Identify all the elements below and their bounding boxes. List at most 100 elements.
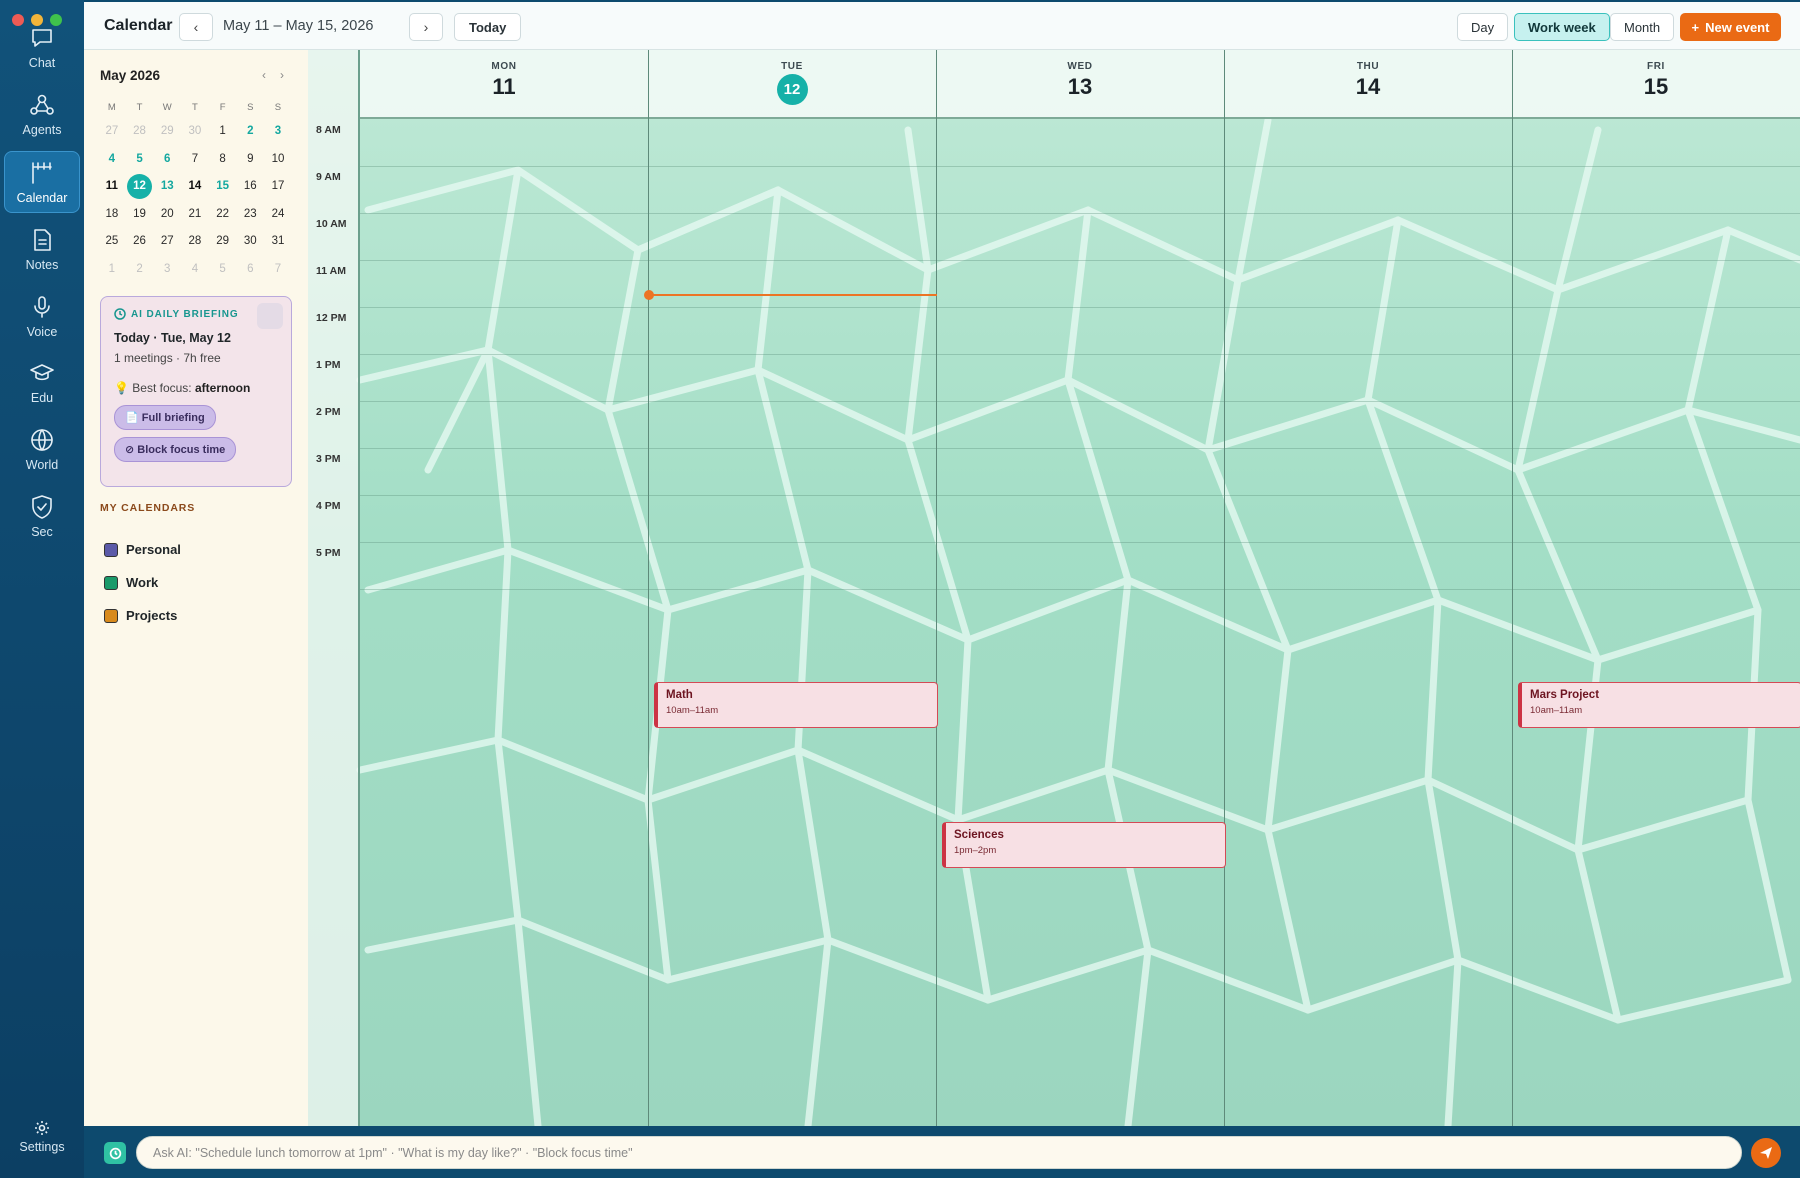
mini-day[interactable]: 2 bbox=[236, 118, 264, 146]
mini-day[interactable]: 30 bbox=[236, 228, 264, 256]
mini-day[interactable]: 26 bbox=[126, 228, 154, 256]
send-icon bbox=[1760, 1147, 1772, 1159]
hour-label: 1 PM bbox=[316, 359, 341, 371]
calendar-event[interactable]: Mars Project 10am–11am bbox=[1518, 682, 1800, 728]
mini-day[interactable]: 17 bbox=[264, 173, 292, 201]
mini-next-month-button[interactable]: › bbox=[280, 68, 284, 82]
mini-day[interactable]: 9 bbox=[236, 146, 264, 174]
graduation-cap-icon bbox=[30, 364, 54, 381]
mini-day[interactable]: 8 bbox=[209, 146, 237, 174]
rail-item-edu[interactable]: Edu bbox=[4, 351, 80, 413]
mini-day[interactable]: 30 bbox=[181, 118, 209, 146]
rail-item-voice[interactable]: Voice bbox=[4, 285, 80, 347]
mini-day[interactable]: 27 bbox=[153, 228, 181, 256]
mini-day[interactable]: 10 bbox=[264, 146, 292, 174]
mini-day[interactable]: 5 bbox=[209, 256, 237, 284]
hour-label: 10 AM bbox=[316, 218, 347, 230]
rail-item-world[interactable]: World bbox=[4, 418, 80, 480]
calendar-color-swatch bbox=[104, 608, 118, 623]
mini-day[interactable]: 7 bbox=[181, 146, 209, 174]
mini-day[interactable]: 22 bbox=[209, 201, 237, 229]
mini-day[interactable]: 20 bbox=[153, 201, 181, 229]
current-time-line bbox=[649, 294, 937, 296]
mini-day[interactable]: 29 bbox=[153, 118, 181, 146]
mini-day[interactable]: 5 bbox=[126, 146, 154, 174]
day-of-week: WED bbox=[1067, 61, 1093, 72]
calendar-icon bbox=[32, 162, 52, 184]
mini-day-today[interactable]: 12 bbox=[126, 173, 154, 201]
mini-day[interactable]: 18 bbox=[98, 201, 126, 229]
calendar-event[interactable]: Math 10am–11am bbox=[654, 682, 938, 728]
mini-day[interactable]: 7 bbox=[264, 256, 292, 284]
calendar-item-work[interactable]: Work bbox=[104, 575, 158, 590]
rail-item-agents[interactable]: Agents bbox=[4, 83, 80, 145]
mini-day[interactable]: 28 bbox=[126, 118, 154, 146]
mini-day[interactable]: 24 bbox=[264, 201, 292, 229]
rail-item-settings[interactable]: Settings bbox=[4, 1120, 80, 1154]
mini-dow-label: F bbox=[219, 102, 226, 113]
mini-day[interactable]: 6 bbox=[236, 256, 264, 284]
mini-day-number: 8 bbox=[219, 152, 226, 165]
rail-item-sec[interactable]: Sec bbox=[4, 485, 80, 547]
send-button[interactable] bbox=[1751, 1138, 1781, 1168]
day-header-fri[interactable]: FRI 15 bbox=[1512, 50, 1800, 119]
mini-day[interactable]: 3 bbox=[264, 118, 292, 146]
ai-daily-briefing-card: AI DAILY BRIEFING Today · Tue, May 12 1 … bbox=[100, 296, 292, 487]
mini-day[interactable]: 4 bbox=[98, 146, 126, 174]
block-focus-time-button[interactable]: ⊘ Block focus time bbox=[114, 437, 237, 462]
mini-day[interactable]: 6 bbox=[153, 146, 181, 174]
ask-ai-input[interactable] bbox=[136, 1136, 1742, 1169]
hour-gridline bbox=[360, 260, 1800, 261]
full-briefing-button[interactable]: 📄 Full briefing bbox=[114, 405, 216, 430]
day-header-mon[interactable]: MON 11 bbox=[360, 50, 648, 119]
mini-day[interactable]: 3 bbox=[153, 256, 181, 284]
mini-day-number: 30 bbox=[188, 125, 202, 137]
mini-day[interactable]: 2 bbox=[126, 256, 154, 284]
mini-day[interactable]: 1 bbox=[209, 118, 237, 146]
day-header-wed[interactable]: WED 13 bbox=[936, 50, 1224, 119]
calendar-item-label: Personal bbox=[126, 542, 181, 557]
rail-item-notes[interactable]: Notes bbox=[4, 218, 80, 280]
mini-day[interactable]: 11 bbox=[98, 173, 126, 201]
calendar-event[interactable]: Sciences 1pm–2pm bbox=[942, 822, 1226, 868]
mini-day[interactable]: 25 bbox=[98, 228, 126, 256]
hour-label: 8 AM bbox=[316, 124, 341, 136]
briefing-header: AI DAILY BRIEFING bbox=[114, 308, 278, 320]
new-event-button[interactable]: + New event bbox=[1680, 13, 1781, 41]
mini-day[interactable]: 28 bbox=[181, 228, 209, 256]
view-work-week-button[interactable]: Work week bbox=[1514, 13, 1610, 41]
mini-day[interactable]: 19 bbox=[126, 201, 154, 229]
mini-day[interactable]: 23 bbox=[236, 201, 264, 229]
day-number-text: 11 bbox=[492, 74, 516, 99]
mini-day[interactable]: 27 bbox=[98, 118, 126, 146]
mini-day[interactable]: 1 bbox=[98, 256, 126, 284]
calendar-item-personal[interactable]: Personal bbox=[104, 542, 181, 557]
mini-day[interactable]: 16 bbox=[236, 173, 264, 201]
hour-gridline bbox=[360, 166, 1800, 167]
mini-day[interactable]: 4 bbox=[181, 256, 209, 284]
view-day-button[interactable]: Day bbox=[1457, 13, 1509, 41]
mini-day[interactable]: 29 bbox=[209, 228, 237, 256]
rail-item-calendar[interactable]: Calendar bbox=[4, 151, 80, 213]
mini-calendar-month: May 2026 bbox=[100, 68, 161, 83]
next-week-button[interactable]: › bbox=[409, 13, 443, 41]
today-button[interactable]: Today bbox=[454, 13, 522, 41]
briefing-dismiss-button[interactable] bbox=[257, 303, 283, 329]
mini-day-number: 28 bbox=[188, 235, 202, 247]
day-header-thu[interactable]: THU 14 bbox=[1224, 50, 1512, 119]
mini-day[interactable]: 31 bbox=[264, 228, 292, 256]
previous-week-button[interactable]: ‹ bbox=[179, 13, 213, 41]
day-column-divider bbox=[648, 50, 649, 1126]
mini-prev-month-button[interactable]: ‹ bbox=[262, 68, 266, 82]
mini-day[interactable]: 13 bbox=[153, 173, 181, 201]
view-month-button[interactable]: Month bbox=[1610, 13, 1675, 41]
mini-day[interactable]: 14 bbox=[181, 173, 209, 201]
calendar-item-projects[interactable]: Projects bbox=[104, 608, 177, 623]
rail-item-chat[interactable]: Chat bbox=[4, 16, 80, 78]
chevron-right-icon: › bbox=[423, 19, 429, 35]
mini-day[interactable]: 21 bbox=[181, 201, 209, 229]
hour-label: 4 PM bbox=[316, 500, 341, 512]
mini-day[interactable]: 15 bbox=[209, 173, 237, 201]
day-header-tue[interactable]: TUE 12 bbox=[648, 50, 936, 119]
ai-assistant-icon[interactable] bbox=[104, 1142, 126, 1164]
